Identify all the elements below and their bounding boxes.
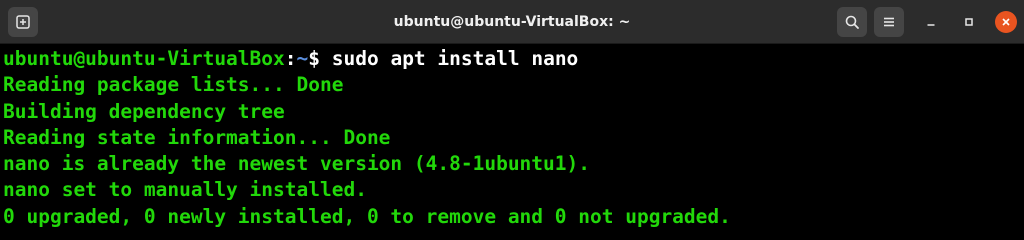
output-line: nano is already the newest version (4.8-… xyxy=(3,152,590,176)
menu-button[interactable] xyxy=(874,7,904,37)
search-button[interactable] xyxy=(837,7,867,37)
hamburger-menu-icon xyxy=(881,14,897,30)
prompt-separator: : xyxy=(284,47,297,70)
terminal-window: ubuntu@ubuntu-VirtualBox: ~ ubuntu@ubunt… xyxy=(0,0,1024,227)
minimize-button[interactable] xyxy=(920,11,942,33)
prompt-user-host: ubuntu@ubuntu-VirtualBox xyxy=(3,47,285,70)
prompt-symbol: $ xyxy=(308,47,321,70)
close-button[interactable] xyxy=(995,11,1017,33)
output-line: 0 upgraded, 0 newly installed, 0 to remo… xyxy=(3,204,731,227)
output-line: Reading package lists... Done xyxy=(3,73,344,97)
maximize-icon xyxy=(963,16,975,28)
search-icon xyxy=(844,14,860,30)
terminal-output-area[interactable]: ubuntu@ubuntu-VirtualBox:~$ sudo apt ins… xyxy=(0,44,1024,227)
maximize-button[interactable] xyxy=(958,11,980,33)
prompt-path: ~ xyxy=(296,47,309,70)
command-text: sudo apt install nano xyxy=(320,47,579,70)
window-title: ubuntu@ubuntu-VirtualBox: ~ xyxy=(393,14,631,30)
output-line: nano set to manually installed. xyxy=(3,178,367,202)
prompt-line: ubuntu@ubuntu-VirtualBox:~$ sudo apt ins… xyxy=(3,46,1024,72)
output-line: Building dependency tree xyxy=(3,99,285,123)
title-bar[interactable]: ubuntu@ubuntu-VirtualBox: ~ xyxy=(0,0,1024,44)
close-icon xyxy=(1000,16,1012,28)
output-line: Reading state information... Done xyxy=(3,125,391,149)
minimize-icon xyxy=(925,16,937,28)
